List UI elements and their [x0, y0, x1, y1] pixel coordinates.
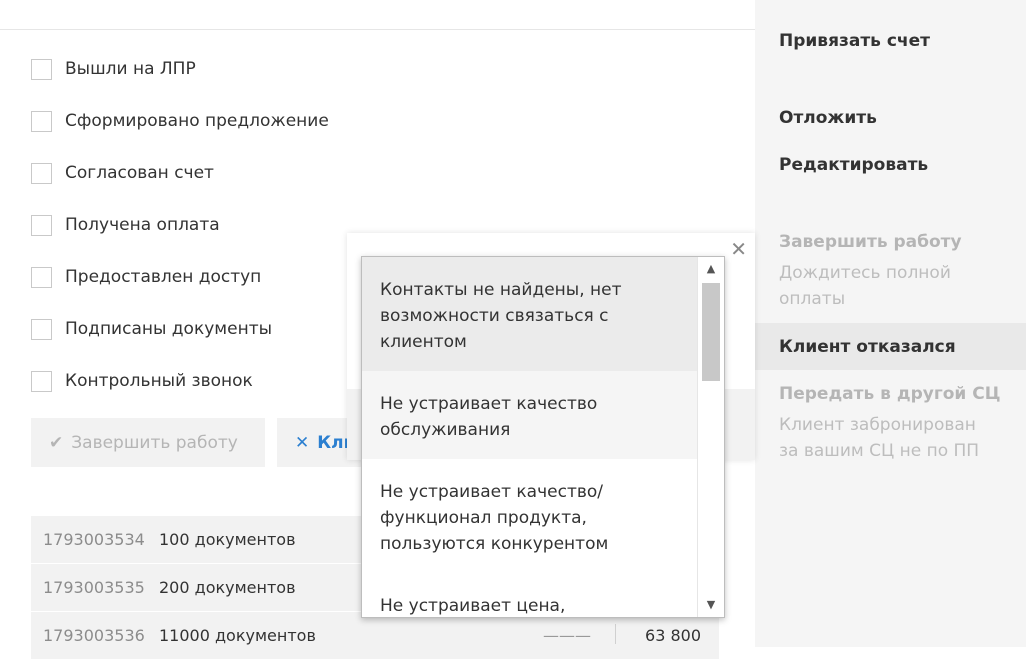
- arrow-down-icon[interactable]: ▼: [698, 593, 724, 617]
- checklist-label: Согласован счет: [65, 163, 214, 183]
- scroll-thumb[interactable]: [702, 283, 720, 381]
- actions-sidebar: Привязать счет Отложить Редактировать За…: [755, 0, 1026, 647]
- sidebar-item-client-refused[interactable]: Клиент отказался: [779, 337, 956, 357]
- checkbox[interactable]: [31, 266, 52, 288]
- checkbox[interactable]: [31, 162, 52, 184]
- finish-work-label: Завершить работу: [71, 432, 238, 453]
- header-divider: [0, 29, 755, 30]
- checklist-item-payment[interactable]: Получена оплата: [31, 213, 220, 237]
- checklist-label: Сформировано предложение: [65, 111, 329, 131]
- order-name: 11000 документов: [159, 626, 316, 645]
- table-row[interactable]: 1793003536 11000 документов ——— 63 800: [31, 612, 719, 659]
- dropdown-option[interactable]: Контакты не найдены, нет возможности свя…: [362, 257, 698, 371]
- dropdown-option[interactable]: Не устраивает цена,: [362, 573, 698, 617]
- dropdown-scrollbar[interactable]: ▲ ▼: [697, 257, 724, 617]
- checklist-label: Предоставлен доступ: [65, 267, 262, 287]
- order-id: 1793003534: [43, 530, 145, 549]
- order-name: 200 документов: [159, 578, 296, 597]
- dropdown-option[interactable]: Не устраивает качество обслуживания: [362, 371, 698, 459]
- close-icon[interactable]: ✕: [730, 239, 747, 259]
- sidebar-hint-finish-work: Дождитесь полной оплаты: [779, 263, 951, 309]
- checklist-item-control-call[interactable]: Контрольный звонок: [31, 369, 253, 393]
- order-dash: ———: [543, 626, 591, 645]
- order-id: 1793003536: [43, 626, 145, 645]
- checklist-item-lpr[interactable]: Вышли на ЛПР: [31, 57, 196, 81]
- checklist-label: Подписаны документы: [65, 319, 273, 339]
- sidebar-item-finish-work: Завершить работу: [779, 232, 962, 252]
- checklist-item-invoice[interactable]: Согласован счет: [31, 161, 214, 185]
- checkbox[interactable]: [31, 110, 52, 132]
- checklist-item-documents[interactable]: Подписаны документы: [31, 317, 272, 341]
- finish-work-button[interactable]: ✔ Завершить работу: [31, 418, 265, 467]
- arrow-up-icon[interactable]: ▲: [698, 257, 724, 281]
- refusal-reason-dropdown[interactable]: Контакты не найдены, нет возможности свя…: [361, 256, 725, 618]
- sidebar-item-postpone[interactable]: Отложить: [779, 108, 877, 128]
- checkbox[interactable]: [31, 370, 52, 392]
- order-name: 100 документов: [159, 530, 296, 549]
- checklist-item-offer[interactable]: Сформировано предложение: [31, 109, 329, 133]
- order-id: 1793003535: [43, 578, 145, 597]
- check-icon: ✔: [49, 432, 64, 453]
- checklist-item-access[interactable]: Предоставлен доступ: [31, 265, 261, 289]
- order-price: 63 800: [645, 626, 701, 645]
- checklist-label: Вышли на ЛПР: [65, 59, 196, 79]
- checklist-label: Получена оплата: [65, 215, 220, 235]
- sidebar-item-transfer: Передать в другой СЦ: [779, 384, 1001, 404]
- sidebar-hint-transfer: Клиент забронирован за вашим СЦ не по ПП: [779, 415, 980, 461]
- column-divider: [615, 624, 616, 644]
- checkbox[interactable]: [31, 58, 52, 80]
- sidebar-item-edit[interactable]: Редактировать: [779, 155, 928, 175]
- dropdown-option[interactable]: Не устраивает качество/ функционал проду…: [362, 459, 698, 573]
- sidebar-item-bind-invoice[interactable]: Привязать счет: [779, 31, 930, 51]
- checkbox[interactable]: [31, 318, 52, 340]
- x-icon: ✕: [295, 432, 310, 453]
- checkbox[interactable]: [31, 214, 52, 236]
- checklist-label: Контрольный звонок: [65, 371, 253, 391]
